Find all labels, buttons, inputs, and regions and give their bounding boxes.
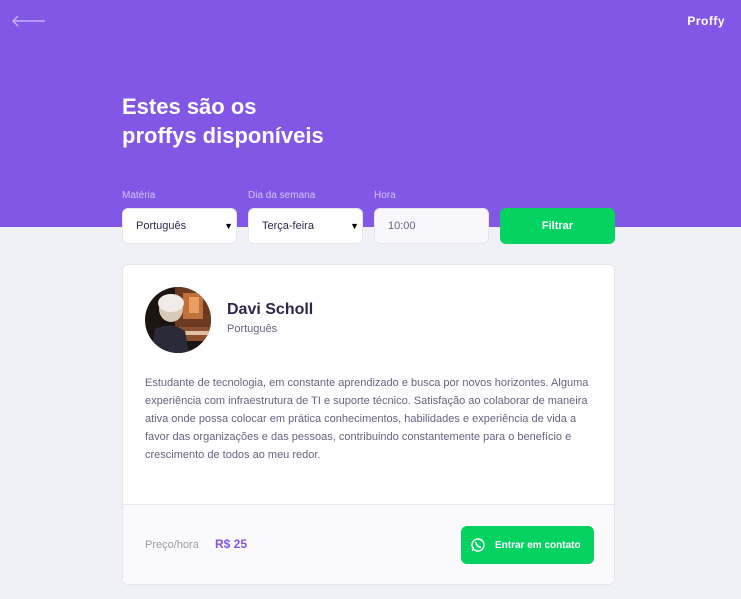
filter-button[interactable]: Filtrar [500,208,615,244]
dropdown-arrow-icon: ▼ [350,221,359,231]
page-title-line1: Estes são os [122,94,257,119]
teacher-subject: Português [227,323,278,335]
price-label: Preço/hora [145,539,199,551]
price-value: R$ 25 [215,537,248,551]
logo: Proffy [687,14,725,28]
teacher-card: Davi Scholl Português Estudante de tecno… [122,264,615,585]
page-title: Estes são os proffys disponíveis [122,92,422,150]
card-footer: Preço/hora R$ 25 Entrar em contato [123,504,614,584]
teacher-bio: Estudante de tecnologia, em constante ap… [145,377,589,461]
whatsapp-icon [471,538,485,552]
search-filters: Matéria Português ▼ Dia da semana Terça-… [122,190,615,246]
contact-button[interactable]: Entrar em contato [461,526,594,564]
weekday-label: Dia da semana [248,190,316,201]
weekday-select[interactable]: Terça-feira ▼ [248,208,363,244]
subject-field: Matéria Português ▼ [122,190,237,244]
time-label: Hora [374,190,396,201]
dropdown-arrow-icon: ▼ [224,221,233,231]
avatar [145,287,211,353]
weekday-select-value: Terça-feira [262,220,314,232]
page-title-line2: proffys disponíveis [122,123,324,148]
time-input[interactable]: 10:00 [374,208,489,244]
subject-select-value: Português [136,220,187,232]
subject-label: Matéria [122,190,156,201]
weekday-field: Dia da semana Terça-feira ▼ [248,190,363,244]
time-input-value: 10:00 [388,220,416,232]
time-field: Hora 10:00 [374,190,489,244]
teacher-name: Davi Scholl [227,301,314,318]
contact-button-label: Entrar em contato [495,539,581,551]
arrow-left-icon[interactable] [12,14,46,28]
subject-select[interactable]: Português ▼ [122,208,237,244]
